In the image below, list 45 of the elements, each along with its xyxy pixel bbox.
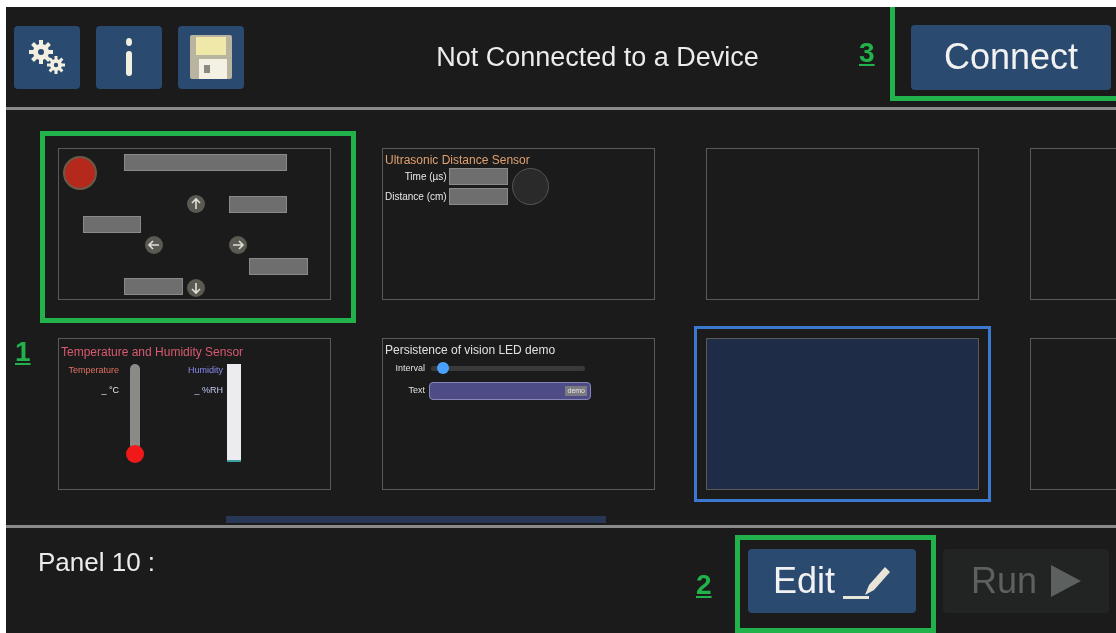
connect-button[interactable]: Connect [911, 24, 1111, 90]
empty-field[interactable] [448, 168, 508, 185]
dashboard-panel[interactable]: Temperature and Humidity Sensor Temperature _ °C Humidity _ %RH [58, 338, 331, 490]
dashboard-panel[interactable] [58, 148, 331, 300]
slider-thumb[interactable] [436, 362, 449, 375]
temperature-reading: _ °C [101, 383, 119, 397]
panel-title: Temperature and Humidity Sensor [61, 345, 245, 360]
empty-field[interactable] [448, 188, 508, 205]
field-label: Time (µs) [404, 170, 447, 184]
callout-number: 2 [696, 571, 712, 599]
horizontal-scrollbar[interactable] [226, 516, 606, 523]
panel-title: Persistence of vision LED demo [385, 343, 557, 358]
empty-field[interactable] [124, 154, 287, 171]
gears-icon [27, 39, 67, 75]
connection-status: Not Connected to a Device [436, 40, 759, 74]
info-button[interactable] [96, 25, 162, 89]
run-button: Run [943, 549, 1109, 613]
callout-number: 3 [859, 38, 875, 67]
empty-field[interactable] [229, 196, 287, 213]
arrow-button-icon[interactable] [187, 279, 205, 297]
field-label: Distance (cm) [385, 190, 447, 204]
panel-label: Panel 10 : [38, 546, 157, 579]
empty-field[interactable] [124, 278, 183, 295]
save-button[interactable] [178, 25, 244, 89]
empty-field[interactable] [249, 258, 308, 275]
panel-title: Ultrasonic Distance Sensor [385, 153, 531, 168]
settings-button[interactable] [14, 25, 80, 89]
play-icon [1051, 565, 1081, 597]
indicator-light [511, 168, 549, 205]
humidity-reading: _ %RH [194, 383, 223, 397]
text-field-label: Text [407, 383, 425, 397]
arrow-button-icon[interactable] [145, 236, 163, 254]
humidity-label: Humidity [188, 364, 223, 377]
temperature-label: Temperature [68, 364, 119, 377]
arrow-button-icon[interactable] [229, 236, 247, 254]
push-button[interactable] [63, 156, 97, 190]
dashboard-panel[interactable]: Ultrasonic Distance Sensor Time (µs) Distance (cm) [382, 148, 655, 300]
edit-button[interactable]: Edit [748, 549, 916, 613]
callout-number: 1 [15, 338, 31, 366]
slider-label: Interval [394, 362, 425, 375]
empty-field[interactable] [83, 216, 141, 233]
info-icon [123, 38, 135, 76]
dashboard-panel[interactable] [706, 148, 979, 300]
arrow-button-icon[interactable] [187, 195, 205, 213]
thermometer-icon [125, 364, 145, 464]
